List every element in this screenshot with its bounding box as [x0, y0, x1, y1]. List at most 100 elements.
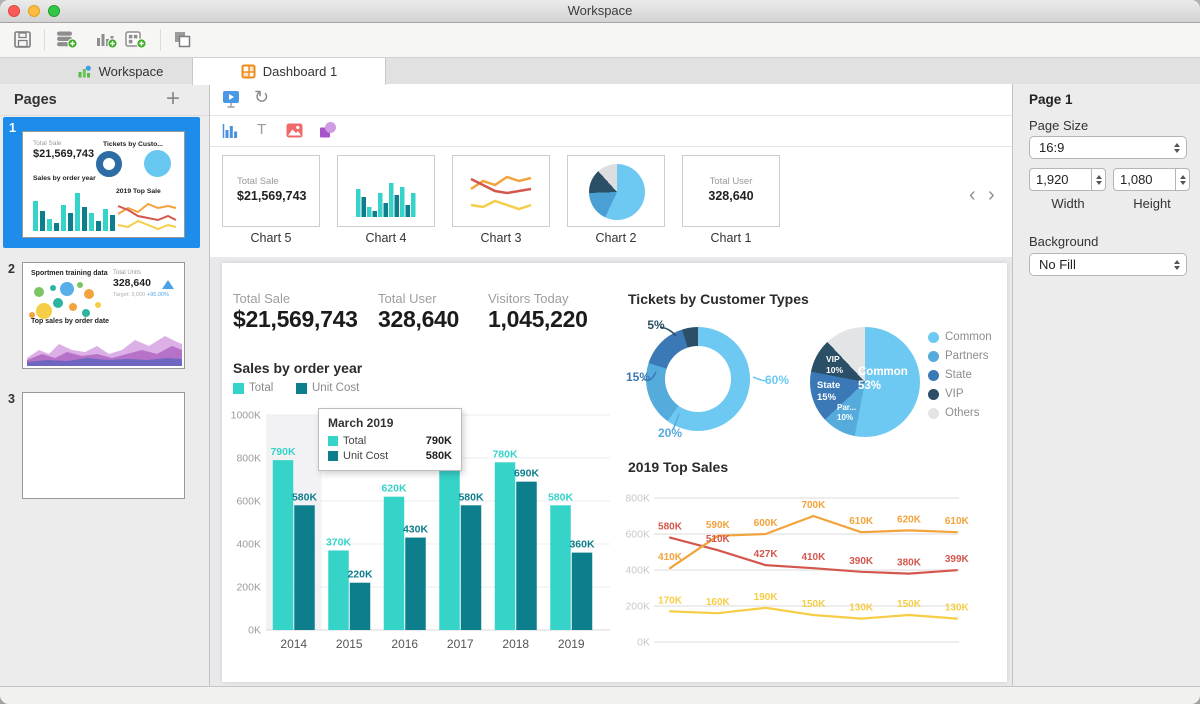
add-widget-button[interactable] — [124, 30, 147, 54]
zoom-window-button[interactable] — [48, 5, 60, 17]
page-thumbnail-1[interactable]: Total Sale $21,569,743 Tickets by Custo.… — [22, 131, 185, 238]
height-stepper[interactable] — [1176, 168, 1190, 191]
save-button[interactable] — [13, 30, 33, 54]
thumb-line-chart — [116, 198, 180, 232]
page-size-label: Page Size — [1029, 118, 1088, 133]
donut-label-partners: 20% — [653, 426, 687, 440]
minimize-window-button[interactable] — [28, 5, 40, 17]
svg-text:580K: 580K — [458, 491, 484, 503]
inspector-title: Page 1 — [1029, 92, 1073, 107]
gallery-kpi-value: $21,569,743 — [237, 189, 307, 203]
svg-text:620K: 620K — [381, 483, 407, 495]
tooltip-row: Total 790K — [328, 435, 452, 447]
thumb-bubble-chart — [27, 280, 112, 322]
gallery-card-chart-4[interactable] — [337, 155, 435, 227]
svg-text:410K: 410K — [801, 552, 826, 563]
legend-dot — [928, 332, 939, 343]
gallery-card-chart-1[interactable]: Total User 328,640 — [682, 155, 780, 227]
gallery-kpi-label: Total Sale — [237, 176, 279, 187]
gallery-card-label: Chart 4 — [337, 231, 435, 245]
gallery-kpi-value: 328,640 — [683, 189, 779, 203]
height-input[interactable] — [1113, 168, 1176, 191]
workspace-tab-icon — [77, 64, 92, 79]
close-window-button[interactable] — [8, 5, 20, 17]
select-stepper-icon — [1174, 143, 1180, 153]
legend-label: Common — [945, 331, 992, 343]
thumb-delta: +95.00% — [147, 292, 169, 298]
svg-text:620K: 620K — [897, 514, 922, 525]
svg-text:160K: 160K — [706, 597, 731, 608]
svg-text:399K: 399K — [945, 554, 970, 565]
svg-text:2018: 2018 — [502, 637, 529, 651]
background-value: No Fill — [1039, 257, 1174, 272]
thumb-target: Target: 3,000 — [113, 292, 145, 298]
add-chart-button[interactable] — [95, 30, 118, 54]
thumb-units-label: Total Units — [113, 270, 141, 276]
insert-image-button[interactable] — [286, 123, 303, 143]
tooltip-title: March 2019 — [328, 416, 452, 430]
kpi-label: Visitors Today — [488, 291, 568, 306]
insert-shape-button[interactable] — [318, 121, 337, 144]
page-size-value: 16:9 — [1039, 140, 1174, 155]
tab-workspace[interactable]: Workspace — [55, 58, 185, 84]
insert-chart-button[interactable] — [222, 123, 240, 144]
don­ut-label-common: 60% — [760, 373, 794, 387]
refresh-icon: ↻ — [254, 87, 269, 107]
gallery-prev-button[interactable]: ‹ — [969, 185, 976, 205]
tab-dashboard-1[interactable]: Dashboard 1 — [192, 58, 386, 85]
svg-text:200K: 200K — [236, 582, 261, 594]
thumb-bar-chart — [31, 185, 116, 231]
status-bar — [0, 686, 1200, 704]
page-number: 1 — [9, 121, 16, 135]
page-thumbnail-2[interactable]: Sportmen training data Total Units 328,6… — [22, 262, 185, 369]
dashboard-page[interactable]: Total Sale $21,569,743 Total User 328,64… — [222, 263, 1007, 682]
svg-text:610K: 610K — [945, 516, 970, 527]
svg-text:600K: 600K — [625, 529, 650, 541]
present-icon — [222, 90, 242, 109]
svg-text:580K: 580K — [292, 491, 318, 503]
gallery-card-label: Chart 3 — [452, 231, 550, 245]
gallery-card-chart-3[interactable] — [452, 155, 550, 227]
svg-text:580K: 580K — [548, 491, 574, 503]
tooltip-swatch — [328, 451, 338, 461]
width-stepper[interactable] — [1092, 168, 1106, 191]
insert-shape-icon — [318, 121, 337, 139]
svg-text:2014: 2014 — [280, 637, 307, 651]
gallery-card-chart-2[interactable] — [567, 155, 665, 227]
line-chart-title: 2019 Top Sales — [628, 459, 728, 475]
width-input[interactable] — [1029, 168, 1092, 191]
donut-label-state: 15% — [621, 370, 655, 384]
svg-text:220K: 220K — [347, 569, 373, 581]
toolbar-separator — [160, 29, 161, 51]
legend-label: VIP — [945, 388, 964, 400]
present-button[interactable] — [222, 90, 242, 114]
svg-text:0K: 0K — [637, 637, 650, 649]
gallery-card-chart-5[interactable]: Total Sale $21,569,743 — [222, 155, 320, 227]
thumb-lines-title: 2019 Top Sale — [116, 188, 161, 195]
copy-icon — [172, 30, 192, 48]
gallery-next-button[interactable]: › — [988, 185, 995, 205]
tab-label: Dashboard 1 — [263, 64, 337, 79]
pie-chart[interactable]: Common53% Par...10% State15% VIP10% — [810, 327, 920, 437]
legend-dot — [928, 370, 939, 381]
background-select[interactable]: No Fill — [1029, 253, 1187, 276]
page-number: 2 — [8, 262, 15, 276]
save-icon — [13, 30, 33, 49]
svg-text:600K: 600K — [754, 518, 779, 529]
copy-button[interactable] — [172, 30, 192, 53]
main-toolbar — [0, 23, 1200, 58]
refresh-button[interactable]: ↻ — [254, 87, 269, 108]
stepper-icon — [1096, 175, 1102, 185]
insert-text-button[interactable]: T — [257, 121, 266, 138]
svg-text:150K: 150K — [801, 599, 826, 610]
kpi-value: $21,569,743 — [233, 306, 358, 333]
pages-panel-title: Pages — [14, 92, 57, 108]
add-page-button[interactable]: + — [166, 85, 180, 113]
page-size-select[interactable]: 16:9 — [1029, 136, 1187, 159]
svg-text:380K: 380K — [897, 558, 922, 569]
line-chart[interactable]: 0K200K400K600K800K410K590K600K700K610K62… — [624, 483, 974, 658]
legend-label: State — [945, 369, 972, 381]
page-thumbnail-3[interactable] — [22, 392, 185, 499]
add-data-button[interactable] — [55, 30, 78, 54]
app-window: Workspace — [0, 0, 1200, 704]
